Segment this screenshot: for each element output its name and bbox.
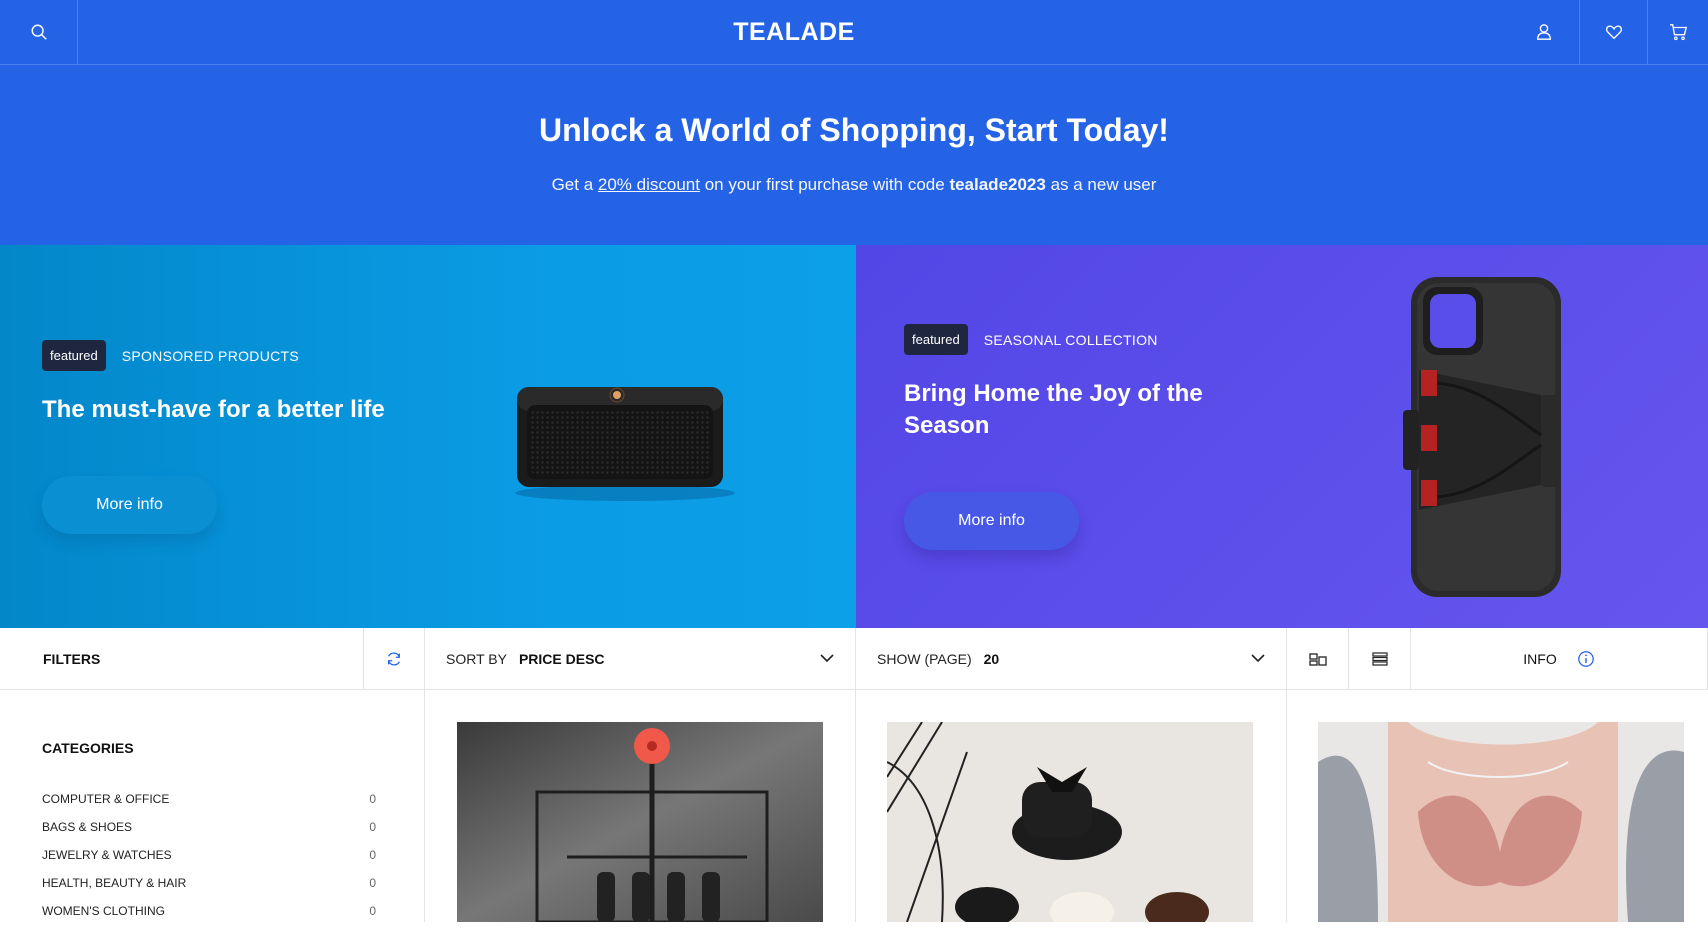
category-name: COMPUTER & OFFICE	[42, 792, 170, 806]
category-name: BAGS & SHOES	[42, 820, 133, 834]
promo-headline: Unlock a World of Shopping, Start Today!	[539, 112, 1169, 148]
category-count: 0	[369, 876, 376, 890]
featured-badge: featured	[42, 340, 106, 371]
category-count: 0	[369, 848, 376, 862]
promo-text-after: as a new user	[1045, 175, 1157, 194]
category-name: WOMEN'S CLOTHING	[42, 904, 165, 918]
sponsored-products-banner: featured SPONSORED PRODUCTS The must-hav…	[0, 245, 856, 628]
discount-link[interactable]: 20% discount	[598, 175, 700, 194]
grid-view-button[interactable]	[1287, 628, 1349, 689]
refresh-icon	[387, 651, 401, 666]
sort-label: SORT BY	[446, 650, 507, 667]
wishlist-button[interactable]	[1579, 0, 1648, 64]
category-item[interactable]: WOMEN'S CLOTHING 0	[42, 904, 376, 932]
phone-case-product-image	[1403, 277, 1561, 597]
info-label: INFO	[1523, 650, 1557, 667]
heart-icon	[1605, 25, 1622, 40]
product-grid	[425, 690, 1708, 922]
promo-text-before: Get a	[551, 175, 598, 194]
sort-dropdown[interactable]: SORT BY PRICE DESC	[425, 628, 856, 689]
category-list: COMPUTER & OFFICE 0 BAGS & SHOES 0 JEWELRY…	[42, 792, 376, 932]
banner-title: The must-have for a better life	[42, 396, 385, 423]
seasonal-collection-banner: featured SEASONAL COLLECTION Bring Home …	[856, 245, 1708, 628]
featured-badge: featured	[904, 324, 968, 355]
brand-logo[interactable]: TEALADE	[0, 0, 1588, 64]
banner-badge-row: featured SEASONAL COLLECTION	[904, 324, 1158, 355]
reset-filters-button[interactable]	[364, 628, 425, 689]
top-navigation-bar: TEALADE	[0, 0, 1708, 65]
promo-code: tealade2023	[949, 175, 1046, 194]
category-name: HEALTH, BEAUTY & HAIR	[42, 876, 187, 890]
promo-banner: Unlock a World of Shopping, Start Today!…	[0, 65, 1708, 245]
category-item[interactable]: HEALTH, BEAUTY & HAIR 0	[42, 876, 376, 904]
category-count: 0	[369, 820, 376, 834]
category-count: 0	[369, 904, 376, 918]
product-toolbar: FILTERS SORT BY PRICE DESC SHOW (PAGE) 2…	[0, 628, 1708, 690]
show-value: 20	[983, 650, 1000, 667]
banner-category-label: SPONSORED PRODUCTS	[121, 347, 300, 364]
filters-label: FILTERS	[0, 628, 364, 689]
page-size-dropdown[interactable]: SHOW (PAGE) 20	[856, 628, 1287, 689]
info-button[interactable]: INFO	[1411, 628, 1708, 689]
info-icon	[1577, 650, 1594, 667]
category-count: 0	[369, 792, 376, 806]
category-item[interactable]: BAGS & SHOES 0	[42, 820, 376, 848]
banner-title: Bring Home the Joy of the Season	[904, 380, 1203, 439]
product-image[interactable]	[1318, 722, 1684, 922]
list-view-button[interactable]	[1349, 628, 1411, 689]
show-label: SHOW (PAGE)	[877, 650, 972, 667]
banner-badge-row: featured SPONSORED PRODUCTS	[42, 340, 299, 371]
sort-value: PRICE DESC	[518, 650, 605, 667]
category-item[interactable]: COMPUTER & OFFICE 0	[42, 792, 376, 820]
product-image[interactable]	[887, 722, 1253, 922]
product-card[interactable]	[856, 690, 1287, 922]
filters-sidebar: CATEGORIES COMPUTER & OFFICE 0 BAGS & SHO…	[0, 690, 425, 922]
product-card[interactable]	[1287, 690, 1708, 922]
grid-view-icon	[1308, 652, 1327, 666]
cart-button[interactable]	[1649, 0, 1708, 64]
more-info-button[interactable]: More info	[42, 476, 217, 534]
product-card[interactable]	[425, 690, 856, 922]
category-name: JEWELRY & WATCHES	[42, 848, 172, 862]
speaker-product-image	[515, 387, 735, 501]
account-button[interactable]	[1510, 0, 1578, 64]
chevron-down-icon	[1251, 654, 1265, 663]
banner-category-label: SEASONAL COLLECTION	[983, 331, 1158, 348]
chevron-down-icon	[820, 654, 834, 663]
category-item[interactable]: JEWELRY & WATCHES 0	[42, 848, 376, 876]
user-icon	[1537, 24, 1551, 40]
list-view-icon	[1371, 651, 1388, 666]
promo-text: Get a 20% discount on your first purchas…	[0, 175, 1708, 195]
cart-icon	[1669, 24, 1687, 41]
more-info-button[interactable]: More info	[904, 492, 1079, 550]
promo-text-middle: on your first purchase with code	[699, 175, 950, 194]
categories-heading: CATEGORIES	[42, 740, 134, 756]
product-image[interactable]	[457, 722, 823, 922]
